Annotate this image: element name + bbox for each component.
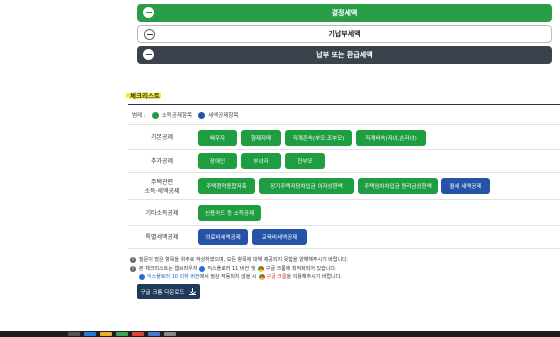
prepaid-tax-label: 기납부세액 (328, 30, 361, 38)
info-icon: ! (130, 265, 136, 272)
tag-lease-loan[interactable]: 주택임차차입금 원리금상환액 (358, 178, 438, 194)
note-1-text: 질문이 많은 항목을 위주로 작성하였으며, 모든 항목에 대해 제공되지 못함… (139, 257, 349, 263)
tag-ascendants[interactable]: 직계존속(부모,조부모) (285, 130, 352, 146)
page: 결정세액 기납부세액 납부 또는 환급세액 체크리스트 범례 : 소득공제항목 … (0, 0, 560, 331)
note-3-mid: 에서 정상 작동되지 않을 시 (199, 274, 257, 280)
note-2-suffix: 에 최적화되어 있습니다. (285, 266, 337, 272)
note-1: ! 질문이 많은 항목을 위주로 작성하였으며, 모든 항목에 대해 제공되지 … (130, 256, 348, 263)
taskbar (0, 331, 560, 337)
taskbar-app-icon[interactable] (164, 332, 176, 336)
tag-credit-card[interactable]: 신용카드 등 소득공제 (198, 205, 261, 221)
tag-medical[interactable]: 의료비세액공제 (198, 229, 248, 245)
note-2-chrome: 구글 크롬 (265, 266, 286, 272)
tag-woman[interactable]: 부녀자 (241, 153, 281, 169)
chrome-icon (258, 273, 265, 280)
chrome-download-label: 구글 크롬 다운로드 (140, 289, 185, 296)
chrome-icon (257, 265, 264, 272)
info-icon: ! (130, 256, 136, 263)
final-tax-bar[interactable]: 납부 또는 환급세액 (137, 46, 552, 64)
legend: 범례 : 소득공제항목 세액공제항목 (132, 111, 238, 119)
legend-income: 소득공제항목 (161, 113, 193, 119)
download-icon (189, 288, 197, 295)
green-dot-icon (151, 111, 159, 119)
legend-tax: 세액공제항목 (208, 113, 239, 119)
row-label-housing-line2: 소득·세액공제 (144, 188, 180, 195)
tag-descendants[interactable]: 직계비속(자녀,손자녀) (356, 130, 426, 146)
internet-explorer-icon (139, 273, 145, 280)
tag-monthly-rent[interactable]: 월세 세액공제 (441, 178, 490, 194)
note-3-ie: 익스플로러 10 이하 버전 (147, 274, 200, 280)
tag-single-parent[interactable]: 한부모 (285, 153, 325, 169)
divider (128, 104, 560, 105)
row-label-housing-line1: 주택관련 (150, 179, 174, 186)
determined-tax-bar[interactable]: 결정세액 (137, 4, 552, 22)
row-divider (128, 149, 560, 150)
collapse-icon[interactable] (143, 49, 154, 60)
taskbar-app-icon[interactable] (116, 332, 128, 336)
taskbar-app-icon[interactable] (68, 332, 80, 336)
tag-housing-savings[interactable]: 주택청약종합저축 (198, 178, 255, 194)
tag-mortgage-interest[interactable]: 장기주택저당차입금 이자상환액 (259, 178, 354, 194)
checklist-title: 체크리스트 (129, 90, 161, 100)
row-label-other-income: 기타소득공제 (145, 210, 179, 217)
row-divider (128, 225, 560, 226)
row-label-additional: 추가공제 (150, 158, 174, 165)
note-2-prefix: 본 체크리스트는 웹브라우저 (139, 266, 198, 272)
determined-tax-label: 결정세액 (331, 9, 358, 17)
row-label-special-tax: 특별세액공제 (145, 234, 179, 241)
row-label-housing: 주택관련 소득·세액공제 (129, 178, 195, 196)
row-divider (128, 172, 560, 173)
note-2-mid: 및 (251, 266, 256, 272)
taskbar-app-icon[interactable] (148, 332, 160, 336)
tag-disabled[interactable]: 장애인 (198, 153, 237, 169)
note-3-chrome: 구글 크롬 (266, 274, 287, 280)
internet-explorer-icon (199, 265, 206, 272)
taskbar-app-icon[interactable] (100, 332, 112, 336)
note-3: 익스플로러 10 이하 버전 에서 정상 작동되지 않을 시 구글 크롬 을 이… (137, 273, 342, 280)
legend-label: 범례 : (132, 113, 146, 119)
tag-siblings[interactable]: 형제자매 (241, 130, 281, 146)
row-divider (128, 199, 560, 200)
taskbar-app-icon[interactable] (84, 332, 96, 336)
note-2-ie: 익스플로러 11 버전 (207, 266, 250, 272)
blue-dot-icon (198, 111, 206, 119)
final-tax-label: 납부 또는 환급세액 (316, 51, 373, 59)
taskbar-app-icon[interactable] (132, 332, 144, 336)
note-3-suffix: 을 이용해주시기 바랍니다. (286, 274, 342, 280)
row-divider (128, 248, 560, 249)
row-divider (128, 124, 560, 125)
collapse-icon[interactable] (143, 7, 154, 18)
tag-education[interactable]: 교육비세액공제 (252, 229, 307, 245)
row-label-basic: 기본공제 (150, 134, 174, 141)
chrome-download-button[interactable]: 구글 크롬 다운로드 (137, 284, 200, 299)
note-2: ! 본 체크리스트는 웹브라우저 익스플로러 11 버전 및 구글 크롬 에 최… (130, 265, 337, 272)
tag-spouse[interactable]: 배우자 (198, 130, 237, 146)
collapse-icon[interactable] (144, 29, 155, 40)
prepaid-tax-bar[interactable]: 기납부세액 (137, 25, 552, 43)
